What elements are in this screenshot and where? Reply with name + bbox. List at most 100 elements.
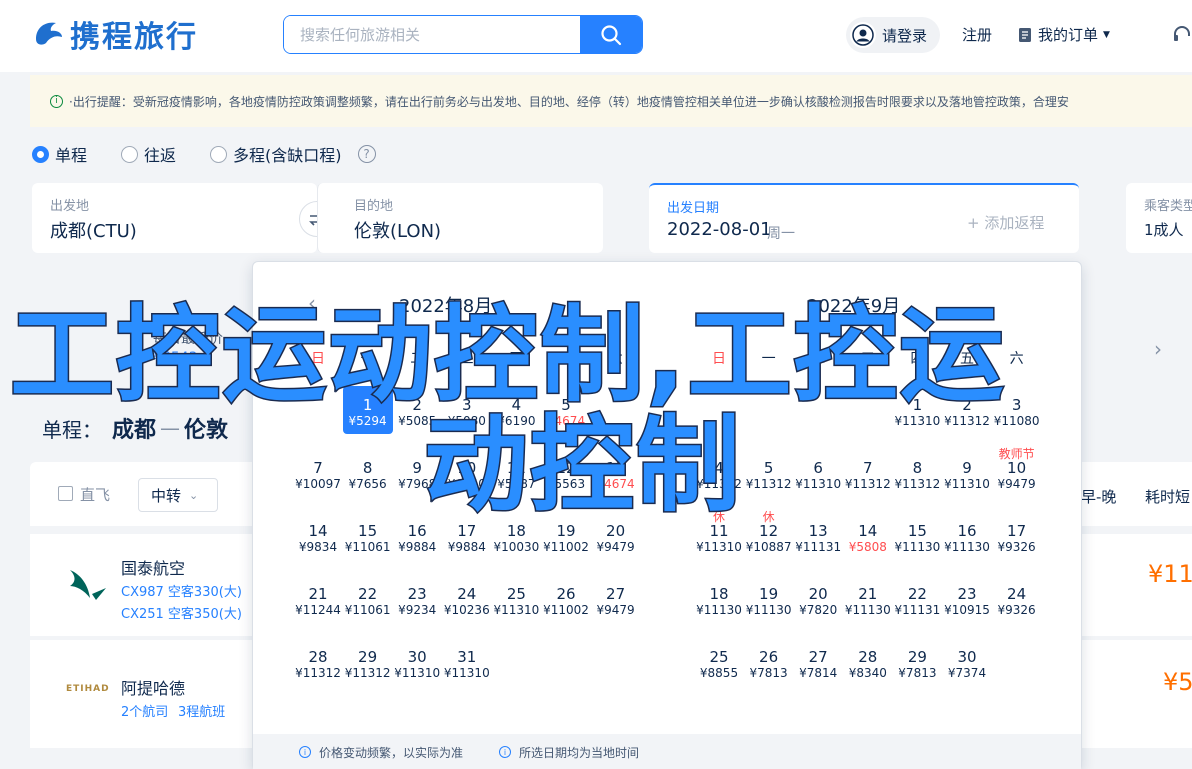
calendar-day[interactable]: 8 ¥7656: [343, 449, 393, 497]
calendar-day[interactable]: 26 ¥11002: [541, 575, 591, 623]
calendar-day[interactable]: 28 ¥11312: [293, 638, 343, 686]
calendar-day[interactable]: 28 ¥8340: [843, 638, 893, 686]
calendar-day[interactable]: 9 ¥11310: [942, 449, 992, 497]
watermark-line-2: 动控制: [422, 403, 743, 528]
help-icon[interactable]: ?: [357, 145, 376, 163]
calendar-day[interactable]: 休 12 ¥10887: [744, 510, 794, 560]
calendar-day[interactable]: 23 ¥9234: [392, 575, 442, 623]
day-number: 25: [506, 585, 526, 603]
calendar-day[interactable]: 6 ¥11310: [793, 449, 843, 497]
next-month-button[interactable]: ›: [1145, 336, 1171, 362]
calendar-day[interactable]: 30 ¥7374: [942, 638, 992, 686]
calendar-day[interactable]: 31 ¥11310: [442, 638, 492, 686]
search-button[interactable]: [580, 16, 642, 53]
radio-multi-city[interactable]: 多程(含缺口程): [210, 142, 342, 166]
day-price: ¥7813: [898, 666, 937, 680]
day-price: ¥11310: [493, 603, 540, 617]
calendar-day[interactable]: 25 ¥11310: [491, 575, 541, 623]
calendar-day[interactable]: 教师节 10 ¥9479: [992, 447, 1042, 497]
calendar-day[interactable]: 24 ¥10236: [442, 575, 492, 623]
sort-duration[interactable]: 耗时短: [1145, 486, 1190, 507]
day-price: ¥11002: [543, 540, 589, 554]
calendar-day[interactable]: 26 ¥7813: [744, 638, 794, 686]
calendar-day[interactable]: 13 ¥11131: [793, 512, 843, 560]
from-city-field[interactable]: 出发地 成都(CTU): [32, 183, 317, 253]
calendar-day[interactable]: 8 ¥11312: [892, 449, 942, 497]
headset-icon[interactable]: [1172, 24, 1192, 48]
calendar-day[interactable]: 23 ¥10915: [942, 575, 992, 623]
calendar-day[interactable]: 27 ¥9479: [591, 575, 641, 623]
calendar-day[interactable]: 14 ¥5808: [843, 512, 893, 560]
day-price: ¥11310: [394, 666, 441, 680]
to-value: 伦敦(LON): [354, 221, 442, 242]
flight-line-1[interactable]: CX987 空客330(大): [121, 581, 242, 600]
add-return-button[interactable]: + 添加返程: [967, 212, 1044, 233]
day-price: ¥7820: [799, 603, 838, 617]
day-number: 6: [813, 459, 823, 477]
flight-legs-count[interactable]: 3程航班: [178, 701, 225, 720]
calendar-day[interactable]: 15 ¥11061: [343, 512, 393, 560]
search-input[interactable]: [284, 16, 580, 53]
calendar-day[interactable]: 16 ¥11130: [942, 512, 992, 560]
day-price: ¥7814: [799, 666, 838, 680]
calendar-day[interactable]: 20 ¥7820: [793, 575, 843, 623]
to-city-field[interactable]: 目的地 伦敦(LON): [317, 183, 603, 253]
day-number: 15: [907, 522, 927, 540]
calendar-day[interactable]: 27 ¥7814: [793, 638, 843, 686]
day-price: ¥8340: [848, 666, 887, 680]
depart-date-field[interactable]: 出发日期 2022-08-01 周一 + 添加返程: [649, 183, 1079, 253]
transfer-dropdown[interactable]: 中转 ⌄: [138, 478, 218, 512]
day-price: ¥11310: [944, 477, 990, 491]
register-link[interactable]: 注册: [962, 24, 992, 45]
radio-round-trip[interactable]: 往返: [121, 142, 176, 166]
day-price: ¥11130: [696, 603, 742, 617]
info-icon: i: [50, 94, 63, 108]
calendar-day[interactable]: 18 ¥11130: [694, 575, 744, 623]
day-number: 8: [362, 459, 373, 477]
info-icon: i: [299, 746, 311, 758]
passenger-field[interactable]: 乘客类型 1成人: [1126, 183, 1192, 253]
calendar-day[interactable]: 15 ¥11130: [892, 512, 942, 560]
direct-checkbox[interactable]: [58, 486, 73, 501]
calendar-day[interactable]: 21 ¥11130: [843, 575, 893, 623]
airline-name: 阿提哈德: [121, 679, 186, 698]
flight-airlines-count[interactable]: 2个航司: [121, 701, 168, 720]
calendar-day[interactable]: 21 ¥11244: [293, 575, 343, 623]
login-button[interactable]: 请登录: [846, 17, 940, 53]
calendar-day[interactable]: 29 ¥7813: [892, 638, 942, 686]
holiday-tag: 休: [762, 510, 775, 524]
day-number: 27: [606, 585, 626, 603]
day-price: ¥9884: [447, 540, 486, 554]
trip-type-selector: 单程 往返 多程(含缺口程) ?: [32, 142, 376, 166]
calendar-day[interactable]: 25 ¥8855: [694, 638, 744, 686]
sort-early-late[interactable]: 早-晚: [1081, 486, 1116, 507]
day-number: 29: [907, 648, 927, 666]
calendar-day[interactable]: 29 ¥11312: [343, 638, 393, 686]
calendar-day[interactable]: 19 ¥11130: [744, 575, 794, 623]
info-icon: i: [499, 746, 512, 758]
day-price: ¥7813: [749, 666, 788, 680]
calendar-day[interactable]: 14 ¥9834: [293, 512, 343, 560]
calendar-day[interactable]: 5 ¥11312: [744, 449, 794, 497]
logo[interactable]: 携程旅行: [30, 14, 198, 55]
calendar-day[interactable]: 24 ¥9326: [992, 575, 1042, 623]
day-price: ¥10915: [944, 603, 990, 617]
user-avatar-icon: [850, 22, 876, 48]
calendar-day[interactable]: 7 ¥10097: [293, 449, 343, 497]
my-orders-menu[interactable]: 我的订单 ▼: [1018, 24, 1110, 45]
day-price: ¥9234: [398, 603, 437, 617]
calendar-day[interactable]: 22 ¥11061: [343, 575, 393, 623]
day-number: 14: [308, 522, 328, 540]
calendar-day[interactable]: 7 ¥11312: [843, 449, 893, 497]
day-number: 16: [957, 522, 977, 540]
day-price: ¥9326: [997, 603, 1036, 617]
radio-one-way[interactable]: 单程: [32, 142, 87, 166]
day-price: ¥11312: [295, 666, 341, 680]
day-number: 20: [808, 585, 828, 603]
calendar-day[interactable]: 30 ¥11310: [392, 638, 442, 686]
day-price: ¥11310: [696, 540, 742, 554]
flight-line-2[interactable]: CX251 空客350(大): [121, 603, 242, 622]
direct-label: 直飞: [80, 486, 111, 504]
calendar-day[interactable]: 22 ¥11131: [892, 575, 942, 623]
calendar-day[interactable]: 17 ¥9326: [992, 512, 1042, 560]
